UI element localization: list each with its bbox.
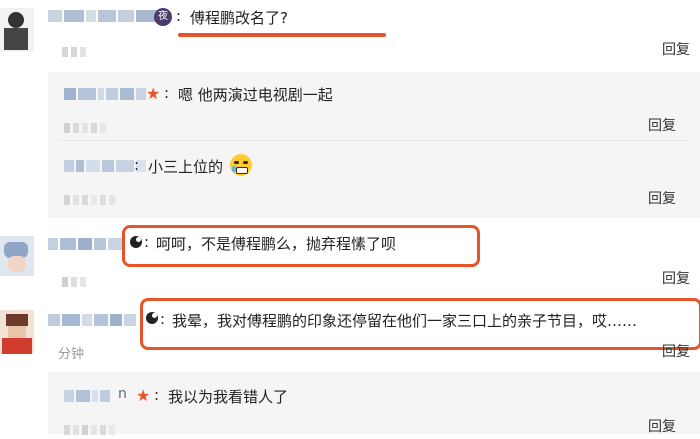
emoji-icon [130,236,142,248]
colon: : [164,84,170,102]
username[interactable] [48,314,138,328]
timestamp [64,190,118,205]
colon: : [134,156,140,174]
timestamp: 分钟 [58,347,85,362]
scared-emoji-icon [230,154,252,176]
reply-button[interactable]: 回复 [662,268,690,288]
reply-button[interactable]: 回复 [648,115,676,135]
reply-button[interactable]: 回复 [662,39,690,59]
reply-button[interactable]: 回复 [648,416,676,436]
vip-badge: 夜 [154,8,172,26]
username[interactable] [64,390,112,404]
divider [60,140,690,141]
comment-text: 嗯 他两演过电视剧一起 [178,86,333,104]
colon: : [160,310,166,328]
reply-button[interactable]: 回复 [648,188,676,208]
username[interactable] [48,238,124,252]
username-fragment: n [118,386,127,402]
emoji-icon [146,312,158,324]
comment-text: 小三上位的 [148,158,224,176]
comment-text: 我以为我看错人了 [168,388,289,406]
username[interactable] [64,88,148,102]
comment-text: 呵呵，不是傅程鹏么，抛弃程愫了呗 [156,235,397,253]
colon: : [176,7,182,25]
avatar[interactable] [0,8,34,52]
timestamp [64,118,109,133]
colon: : [154,386,160,404]
avatar[interactable] [0,310,34,354]
star-icon: ★ [146,84,161,103]
timestamp [62,272,89,287]
comment-text: 傅程鹏改名了? [190,9,288,27]
avatar[interactable] [0,236,34,276]
highlight-underline [178,33,386,37]
colon: : [144,233,150,251]
star-icon: ★ [136,386,151,405]
timestamp [62,42,89,57]
timestamp [64,420,118,435]
comment-text: 我晕，我对傅程鹏的印象还停留在他们一家三口上的亲子节目，哎…… [172,312,638,330]
username[interactable] [48,10,160,24]
reply-button[interactable]: 回复 [662,341,690,361]
